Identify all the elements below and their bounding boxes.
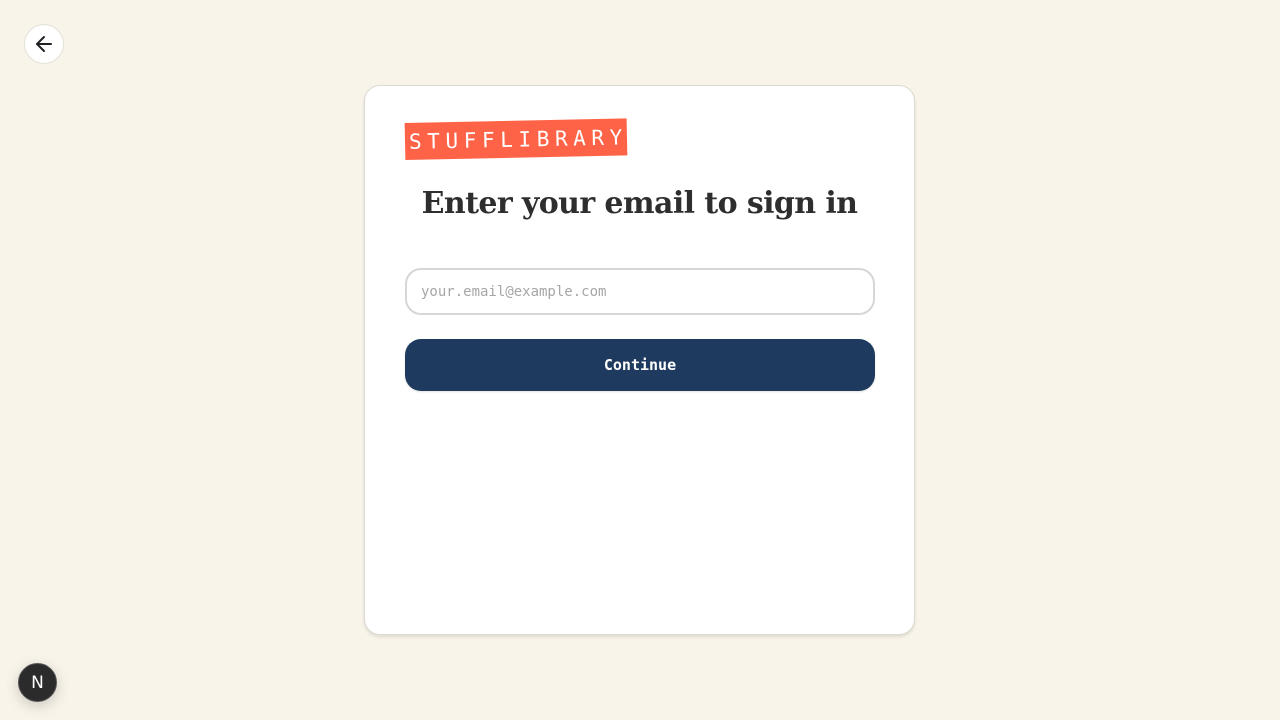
back-button[interactable] xyxy=(24,24,64,64)
email-field[interactable] xyxy=(405,268,875,315)
nextjs-icon: N xyxy=(31,672,44,693)
logo-text: STUFFLIBRARY xyxy=(408,124,629,154)
arrow-left-icon xyxy=(34,34,54,54)
page-title: Enter your email to sign in xyxy=(421,186,858,221)
signin-card: STUFFLIBRARY Enter your email to sign in… xyxy=(364,85,915,635)
continue-button[interactable]: Continue xyxy=(405,339,875,391)
nextjs-dev-badge[interactable]: N xyxy=(18,663,57,702)
logo: STUFFLIBRARY xyxy=(404,118,629,160)
